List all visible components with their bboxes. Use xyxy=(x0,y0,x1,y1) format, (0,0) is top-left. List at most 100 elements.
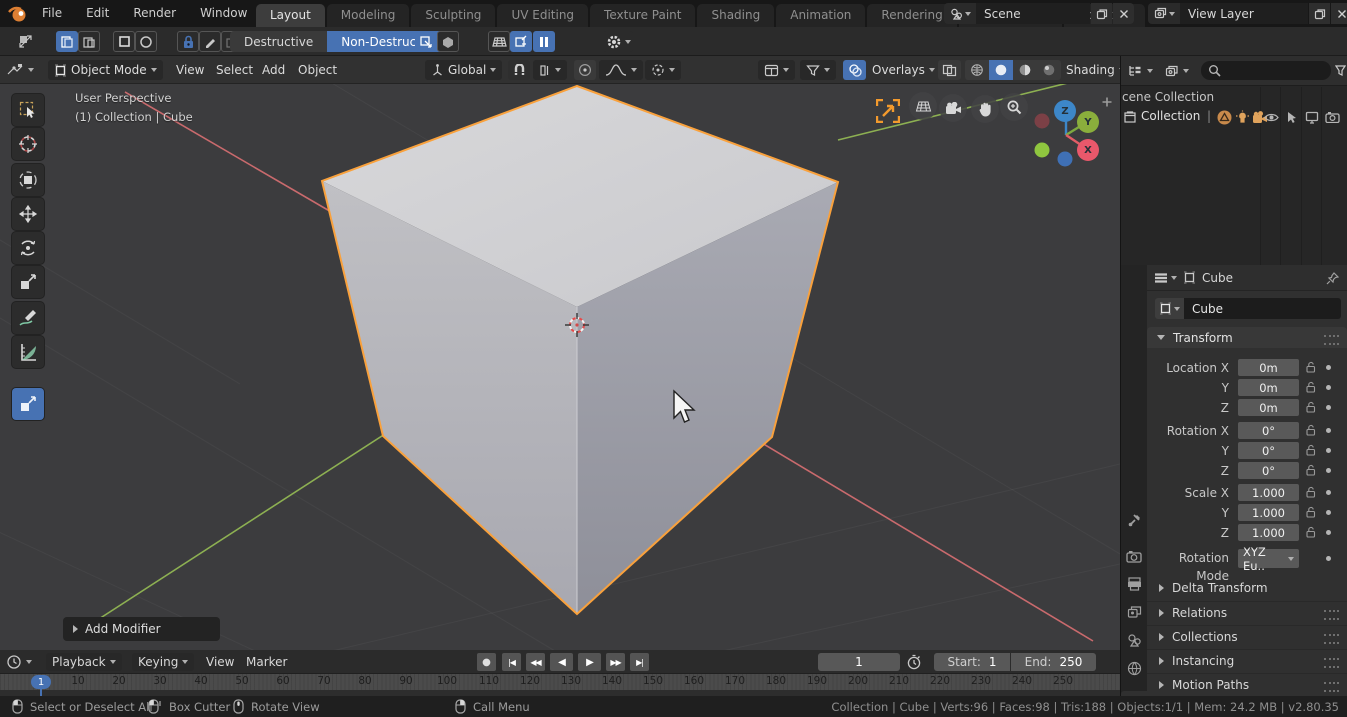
tab-sculpting[interactable]: Sculpting xyxy=(411,4,495,27)
lock-icon[interactable] xyxy=(1305,401,1317,414)
pause-button[interactable] xyxy=(533,31,555,52)
lock-icon[interactable] xyxy=(1305,381,1317,394)
view-layer-remove-button[interactable] xyxy=(1331,3,1347,24)
jump-to-end-button[interactable]: ▶| xyxy=(630,653,649,671)
animate-dot[interactable] xyxy=(1326,428,1331,433)
add-modifier-button[interactable]: Add Modifier xyxy=(63,617,220,641)
object-id-icon-button[interactable] xyxy=(1155,298,1184,319)
timeline-ruler[interactable]: 10 20 30 40 50 60 70 80 90 100 110 120 1… xyxy=(0,674,1120,696)
keying-dropdown[interactable]: Keying xyxy=(132,653,194,671)
selectable-pointer-icon[interactable] xyxy=(1286,111,1297,124)
animate-dot[interactable] xyxy=(1326,510,1331,515)
lock-icon[interactable] xyxy=(1305,444,1317,457)
tab-layout[interactable]: Layout xyxy=(256,4,325,27)
rotation-mode-dropdown[interactable]: XYZ Eu.. xyxy=(1238,549,1299,568)
view-layer-datablock-button[interactable] xyxy=(1148,3,1180,24)
use-preview-range-button[interactable] xyxy=(906,653,922,671)
animate-dot[interactable] xyxy=(1326,385,1331,390)
rotation-x-field[interactable]: 0° xyxy=(1238,422,1299,439)
transform-tool[interactable] xyxy=(12,164,44,196)
tab-uv-editing[interactable]: UV Editing xyxy=(497,4,588,27)
rendered-shading-button[interactable] xyxy=(1037,60,1061,80)
next-keyframe-button[interactable]: ▶▶ xyxy=(606,653,625,671)
location-x-field[interactable]: 0m xyxy=(1238,359,1299,376)
menu-add[interactable]: Add xyxy=(256,60,291,80)
tab-scene[interactable] xyxy=(1121,627,1147,653)
scale-z-field[interactable]: 1.000 xyxy=(1238,524,1299,541)
rotate-tool[interactable] xyxy=(12,232,44,264)
jump-to-start-button[interactable]: |◀ xyxy=(502,653,521,671)
animate-dot[interactable] xyxy=(1326,448,1331,453)
settings-gear-button[interactable] xyxy=(603,31,633,52)
scene-copy-button[interactable] xyxy=(1091,3,1112,24)
material-shading-button[interactable] xyxy=(1013,60,1037,80)
panel-grip[interactable] xyxy=(1324,658,1339,668)
shape-box-button[interactable] xyxy=(113,31,135,52)
lock-icon[interactable] xyxy=(1305,486,1317,499)
start-frame-field[interactable]: Start: 1 xyxy=(934,653,1010,671)
scale-y-field[interactable]: 1.000 xyxy=(1238,504,1299,521)
measure-tool[interactable] xyxy=(12,336,44,368)
playback-dropdown[interactable]: Playback xyxy=(46,653,122,671)
menu-object[interactable]: Object xyxy=(292,60,343,80)
xray-toggle[interactable] xyxy=(938,60,961,80)
grid-snap-button[interactable] xyxy=(488,31,510,52)
scene-datablock-button[interactable] xyxy=(944,3,976,24)
scale-x-field[interactable]: 1.000 xyxy=(1238,484,1299,501)
end-frame-field[interactable]: End: 250 xyxy=(1011,653,1096,671)
panel-delta-transform[interactable]: Delta Transform xyxy=(1147,577,1347,599)
outliner-search-input[interactable] xyxy=(1201,61,1331,80)
properties-context-path-button[interactable] xyxy=(1153,272,1177,284)
lock-icon[interactable] xyxy=(1305,506,1317,519)
transform-panel-header[interactable]: Transform xyxy=(1147,327,1347,348)
play-backwards-button[interactable]: ◀ xyxy=(550,653,573,671)
lock-icon[interactable] xyxy=(1305,361,1317,374)
timeline-menu-marker[interactable]: Marker xyxy=(246,653,287,671)
menu-edit[interactable]: Edit xyxy=(74,0,121,27)
toggle-grid-button[interactable] xyxy=(909,92,937,120)
editor-type-button[interactable] xyxy=(6,60,34,80)
tab-texture-paint[interactable]: Texture Paint xyxy=(590,4,695,27)
lock-icon[interactable] xyxy=(1305,526,1317,539)
mode-b-toggle[interactable] xyxy=(78,31,100,52)
pan-view-button[interactable] xyxy=(971,95,999,123)
pivot-point-dropdown[interactable] xyxy=(645,60,681,80)
mode-dropdown[interactable]: Object Mode xyxy=(48,60,163,80)
viewport-disable-icon[interactable] xyxy=(1305,111,1319,124)
destructive-option[interactable]: Destructive xyxy=(230,31,327,52)
lock-icon[interactable] xyxy=(1305,424,1317,437)
snap-toggle[interactable] xyxy=(510,31,532,52)
camera-view-button[interactable] xyxy=(939,94,967,122)
panel-grip[interactable] xyxy=(1324,335,1339,345)
annotate-pencil-button[interactable] xyxy=(199,31,221,52)
mode-a-toggle[interactable] xyxy=(56,31,78,52)
scale-tool[interactable] xyxy=(12,266,44,298)
collection-row[interactable]: Collection | xyxy=(1121,108,1347,126)
shading-dropdown[interactable]: Shading xyxy=(1066,60,1125,80)
current-frame-field[interactable]: 1 xyxy=(818,653,900,671)
wireframe-shading-button[interactable] xyxy=(965,60,989,80)
render-disable-icon[interactable] xyxy=(1325,111,1340,123)
tab-output[interactable] xyxy=(1121,571,1147,597)
boxcutter-gizmo-icon[interactable] xyxy=(876,99,900,123)
prev-keyframe-button[interactable]: ◀◀ xyxy=(526,653,545,671)
location-y-field[interactable]: 0m xyxy=(1238,379,1299,396)
location-z-field[interactable]: 0m xyxy=(1238,399,1299,416)
outliner-editor-type-button[interactable] xyxy=(1127,61,1153,81)
pin-icon[interactable] xyxy=(1326,272,1339,285)
menu-window[interactable]: Window xyxy=(188,0,259,27)
solid-shading-button[interactable] xyxy=(989,60,1013,80)
viewport-canvas[interactable]: User Perspective (1) Collection | Cube xyxy=(0,84,1120,650)
annotate-tool[interactable] xyxy=(12,302,44,334)
snap-magnet-button[interactable] xyxy=(508,60,530,80)
animate-dot[interactable] xyxy=(1326,530,1331,535)
snap-settings-dropdown[interactable] xyxy=(533,60,567,80)
panel-grip[interactable] xyxy=(1324,682,1339,692)
view-layer-name-field[interactable]: View Layer xyxy=(1180,3,1308,24)
shape-circle-button[interactable] xyxy=(135,31,157,52)
gizmo-x-axis[interactable]: X xyxy=(1077,139,1099,161)
falloff-dropdown[interactable] xyxy=(599,60,643,80)
timeline-menu-view[interactable]: View xyxy=(206,653,234,671)
cursor-tool[interactable] xyxy=(12,128,44,160)
tab-modeling[interactable]: Modeling xyxy=(327,4,410,27)
